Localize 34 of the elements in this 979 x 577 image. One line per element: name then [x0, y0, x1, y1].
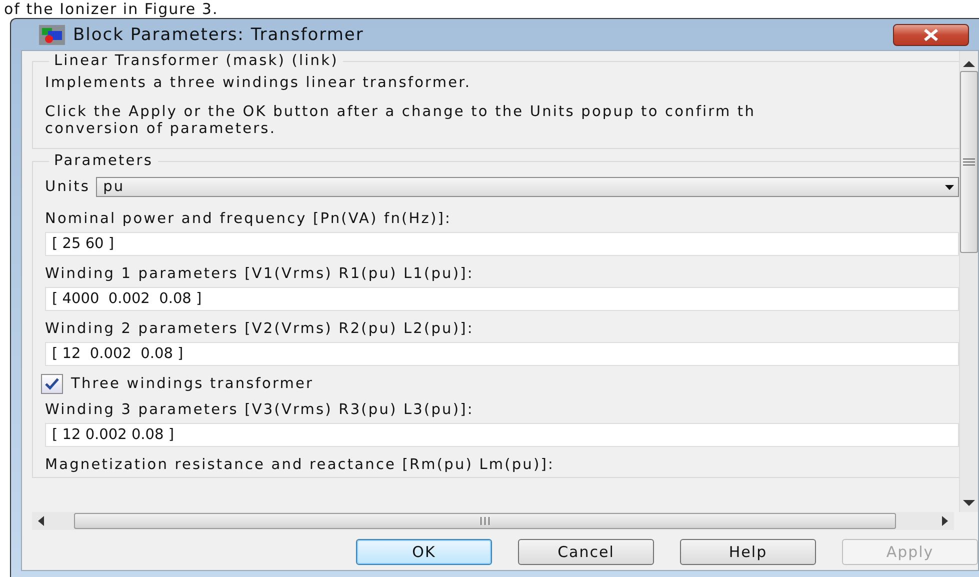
description-text: Implements a three windings linear transformer.	[45, 75, 472, 92]
window-title: Block Parameters: Transformer	[73, 24, 365, 44]
down-arrow-icon[interactable]	[963, 500, 975, 506]
close-button[interactable]	[893, 24, 969, 46]
block-icon	[39, 24, 65, 44]
description-text: Click the Apply or the OK button after a change to the Units popup to confirm th conversion of parameters.	[45, 104, 756, 138]
up-arrow-icon[interactable]	[963, 61, 975, 67]
close-icon	[921, 28, 941, 40]
checkbox-label: Three windings transformer	[71, 375, 314, 394]
field-label: Nominal power and frequency [Pn(VA) fn(Hz)]:	[45, 210, 452, 229]
field-label: Winding 3 parameters [V3(Vrms) R3(pu) L3(pu)]:	[45, 401, 475, 420]
page-caption: of the Ionizer in Figure 3.	[3, 0, 220, 18]
grip-icon	[479, 517, 491, 525]
vertical-scrollbar[interactable]	[959, 51, 978, 512]
dialog-button[interactable]: OK	[356, 539, 492, 565]
left-arrow-icon[interactable]	[38, 516, 44, 526]
right-arrow-icon[interactable]	[942, 516, 948, 526]
dialog-button[interactable]: Cancel	[518, 539, 654, 565]
group-title: Parameters	[53, 153, 154, 169]
horizontal-scrollbar[interactable]	[32, 512, 954, 530]
input-field[interactable]: [ 25 60 ]	[45, 232, 959, 256]
group-title: Linear Transformer (mask) (link)	[53, 53, 340, 69]
caret-icon	[945, 184, 954, 190]
field-label: Winding 1 parameters [V1(Vrms) R1(pu) L1(pu)]:	[45, 265, 475, 284]
grip-icon	[963, 158, 975, 166]
checkbox[interactable]	[41, 374, 63, 394]
input-field[interactable]: [ 12 0.002 0.08 ]	[45, 342, 959, 366]
field-label: Winding 2 parameters [V2(Vrms) R2(pu) L2(pu)]:	[45, 320, 475, 339]
units-dropdown[interactable]: pu	[96, 177, 959, 197]
dialog-button[interactable]: Help	[680, 539, 816, 565]
units-label: Units	[45, 178, 90, 197]
input-field[interactable]: [ 12 0.002 0.08 ]	[45, 423, 959, 447]
input-field[interactable]: [ 4000 0.002 0.08 ]	[45, 287, 959, 311]
field-label: Magnetization resistance and reactance [Rm(pu) Lm(pu)]:	[45, 456, 556, 475]
